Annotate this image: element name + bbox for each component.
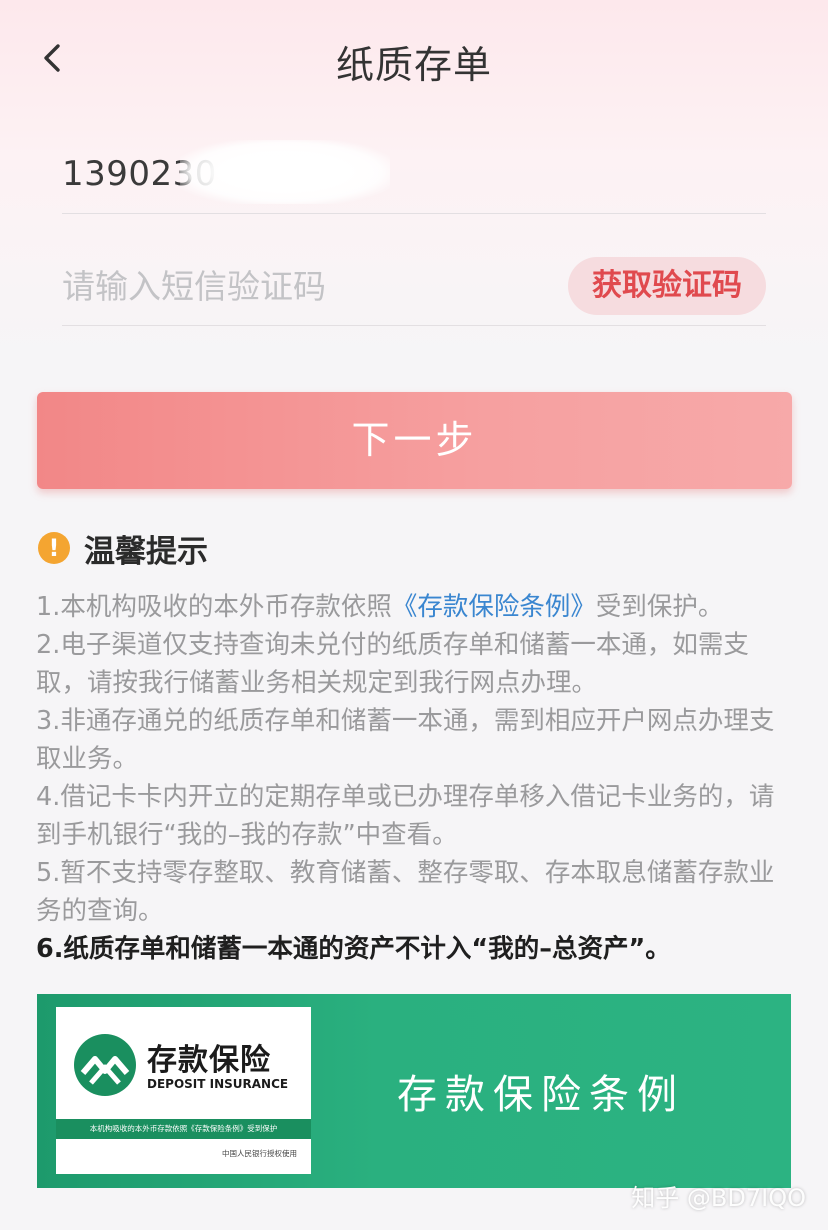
deposit-insurance-logo-icon bbox=[74, 1034, 136, 1096]
phone-field[interactable]: 1390230 bbox=[62, 102, 766, 214]
tips-list: 1.本机构吸收的本外币存款依照《存款保险条例》受到保护。 2.电子渠道仅支持查询… bbox=[36, 588, 786, 968]
badge-brand-en: DEPOSIT INSURANCE bbox=[147, 1077, 289, 1091]
sms-code-input[interactable] bbox=[62, 260, 542, 312]
banner-title: 存款保险条例 bbox=[397, 1072, 685, 1118]
next-step-button[interactable]: 下一步 bbox=[37, 392, 792, 489]
exclamation-icon: ! bbox=[38, 532, 70, 564]
tip-1-text: 1.本机构吸收的本外币存款依照 bbox=[36, 592, 392, 622]
page-title: 纸质存单 bbox=[335, 43, 492, 87]
deposit-insurance-banner[interactable]: 存款保险 DEPOSIT INSURANCE 本机构吸收的本外币存款依照《存款保… bbox=[37, 994, 791, 1188]
tip-item-3: 3.非通存通兑的纸质存单和储蓄一本通，需到相应开户网点办理支取业务。 bbox=[36, 706, 775, 774]
sms-code-field: 获取验证码 bbox=[62, 214, 766, 326]
get-code-button[interactable]: 获取验证码 bbox=[568, 257, 766, 315]
badge-footer-text: 中国人民银行授权使用 bbox=[222, 1149, 297, 1158]
tip-item-1: 1.本机构吸收的本外币存款依照《存款保险条例》受到保护。 bbox=[36, 588, 786, 626]
phone-redaction-mask bbox=[180, 140, 390, 204]
tip-item-4: 4.借记卡卡内开立的定期存单或已办理存单移入借记卡业务的，请到手机银行“我的–我… bbox=[36, 782, 775, 850]
tips-header: ! 温馨提示 bbox=[38, 526, 208, 570]
deposit-insurance-badge: 存款保险 DEPOSIT INSURANCE 本机构吸收的本外币存款依照《存款保… bbox=[56, 1007, 311, 1174]
badge-brand-cn: 存款保险 bbox=[147, 1043, 271, 1078]
watermark: 知乎 @BD7IQO bbox=[631, 1184, 806, 1212]
tip-item-6: 6.纸质存单和储蓄一本通的资产不计入“我的–总资产”。 bbox=[36, 934, 671, 964]
badge-strip-text: 本机构吸收的本外币存款依照《存款保险条例》受到保护 bbox=[56, 1119, 311, 1139]
nav-bar: 纸质存单 bbox=[0, 0, 828, 118]
tip-item-2: 2.电子渠道仅支持查询未兑付的纸质存单和储蓄一本通，如需支取，请按我行储蓄业务相… bbox=[36, 630, 749, 698]
tips-title: 温馨提示 bbox=[84, 533, 208, 570]
deposit-insurance-link[interactable]: 《存款保险条例》 bbox=[392, 592, 596, 622]
tip-1-suffix: 受到保护。 bbox=[595, 592, 724, 622]
tip-item-5: 5.暂不支持零存整取、教育储蓄、整存零取、存本取息储蓄存款业务的查询。 bbox=[36, 858, 775, 926]
